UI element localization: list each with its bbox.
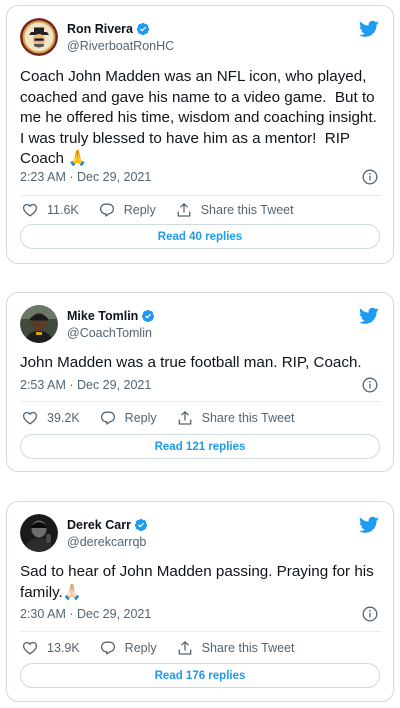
share-button[interactable]: Share this Tweet (177, 410, 295, 426)
like-count: 11.6K (47, 203, 79, 217)
like-count: 39.2K (47, 411, 80, 425)
divider (20, 195, 381, 196)
read-replies-button[interactable]: Read 121 replies (20, 434, 380, 459)
reply-bubble-icon (100, 410, 116, 426)
tweet-card[interactable]: Derek Carr @derekcarrqb Sad to hear of J… (6, 501, 394, 702)
riverboat-ron-logo-icon (20, 18, 58, 56)
tweet-header: Derek Carr @derekcarrqb (20, 514, 381, 558)
like-button[interactable]: 13.9K (22, 640, 80, 656)
share-icon (177, 640, 193, 656)
like-button[interactable]: 39.2K (22, 410, 80, 426)
share-label: Share this Tweet (201, 641, 295, 655)
info-icon[interactable] (362, 169, 378, 185)
verified-badge-icon (136, 22, 150, 36)
share-button[interactable]: Share this Tweet (176, 202, 294, 218)
divider (20, 631, 381, 632)
heart-icon (22, 202, 38, 218)
tweet-card[interactable]: Mike Tomlin @CoachTomlin John Madden was… (6, 292, 394, 472)
verified-badge-icon (134, 518, 148, 532)
share-button[interactable]: Share this Tweet (177, 640, 295, 656)
display-name[interactable]: Mike Tomlin (67, 309, 138, 323)
reply-button[interactable]: Reply (99, 202, 156, 218)
heart-icon (22, 640, 38, 656)
reply-label: Reply (124, 641, 157, 655)
reply-button[interactable]: Reply (100, 640, 157, 656)
tweet-text: Sad to hear of John Madden passing. Pray… (20, 563, 378, 601)
display-name[interactable]: Ron Rivera (67, 22, 133, 36)
reply-button[interactable]: Reply (100, 410, 157, 426)
reply-bubble-icon (99, 202, 115, 218)
divider (20, 401, 381, 402)
verified-badge-icon (141, 309, 155, 323)
handle[interactable]: @CoachTomlin (67, 326, 155, 340)
tweet-text: John Madden was a true football man. RIP… (20, 354, 362, 371)
tweet-header: Ron Rivera @RiverboatRonHC (20, 18, 381, 62)
display-name[interactable]: Derek Carr (67, 518, 131, 532)
avatar[interactable] (20, 18, 58, 56)
info-icon[interactable] (362, 606, 378, 622)
twitter-bird-icon[interactable] (359, 307, 379, 325)
tweet-card[interactable]: Ron Rivera @RiverboatRonHC Coach John Ma… (6, 5, 394, 264)
heart-icon (22, 410, 38, 426)
reply-bubble-icon (100, 640, 116, 656)
reply-label: Reply (123, 203, 156, 217)
avatar[interactable] (20, 514, 58, 552)
tweet-text: Coach John Madden was an NFL icon, who p… (20, 68, 382, 168)
profile-photo-icon (20, 305, 58, 343)
timestamp[interactable]: 2:53 AM · Dec 29, 2021 (20, 378, 151, 392)
twitter-bird-icon[interactable] (359, 20, 379, 38)
twitter-bird-icon[interactable] (359, 516, 379, 534)
share-icon (176, 202, 192, 218)
timestamp[interactable]: 2:23 AM · Dec 29, 2021 (20, 170, 151, 184)
share-icon (177, 410, 193, 426)
share-label: Share this Tweet (200, 203, 294, 217)
reply-label: Reply (124, 411, 157, 425)
read-replies-button[interactable]: Read 176 replies (20, 663, 380, 688)
like-count: 13.9K (47, 641, 80, 655)
avatar[interactable] (20, 305, 58, 343)
read-replies-button[interactable]: Read 40 replies (20, 224, 380, 249)
like-button[interactable]: 11.6K (22, 202, 79, 218)
share-label: Share this Tweet (201, 411, 295, 425)
profile-photo-icon (20, 514, 58, 552)
tweet-header: Mike Tomlin @CoachTomlin (20, 305, 381, 349)
handle[interactable]: @derekcarrqb (67, 535, 148, 549)
handle[interactable]: @RiverboatRonHC (67, 39, 174, 53)
info-icon[interactable] (362, 377, 378, 393)
timestamp[interactable]: 2:30 AM · Dec 29, 2021 (20, 607, 151, 621)
